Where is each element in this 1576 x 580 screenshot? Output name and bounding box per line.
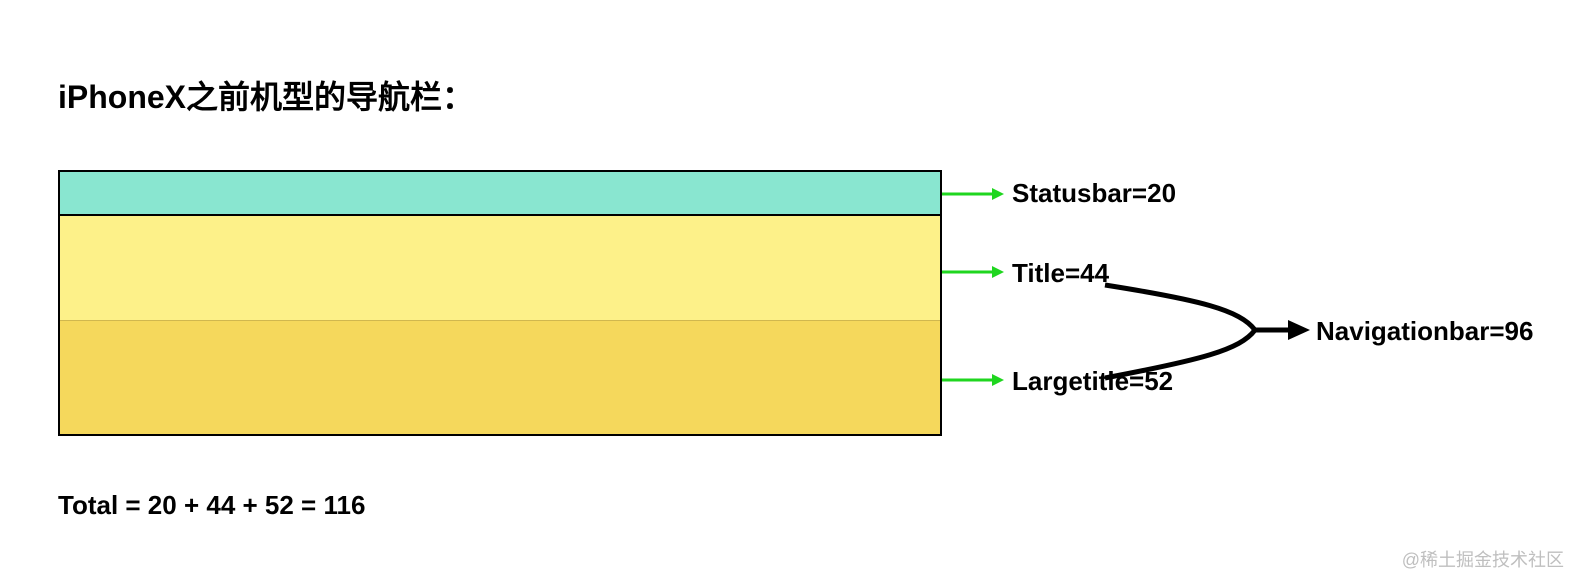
- largetitle-block: [60, 320, 940, 434]
- label-navigationbar: Navigationbar=96: [1316, 316, 1533, 347]
- total-line: Total = 20 + 44 + 52 = 116: [58, 490, 365, 521]
- statusbar-block: [60, 172, 940, 216]
- label-largetitle: Largetitle=52: [1012, 366, 1173, 397]
- label-titlebar: Title=44: [1012, 258, 1109, 289]
- titlebar-block: [60, 216, 940, 320]
- diagram-heading: iPhoneX之前机型的导航栏：: [58, 72, 474, 118]
- watermark: @稀土掘金技术社区: [1402, 546, 1564, 572]
- bar-stack: [58, 170, 942, 436]
- label-statusbar: Statusbar=20: [1012, 178, 1176, 209]
